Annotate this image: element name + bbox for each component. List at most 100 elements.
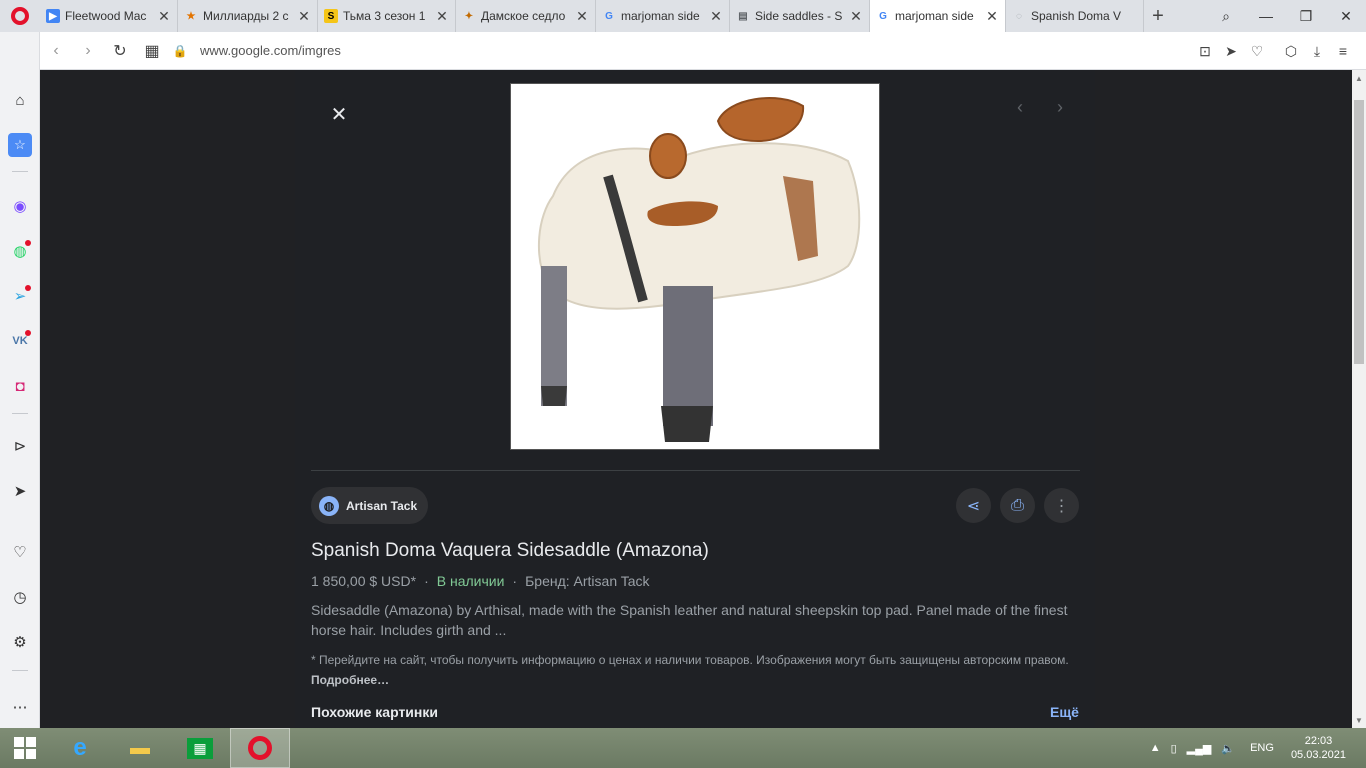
send-icon[interactable]: ➤ [1218,43,1244,60]
saddle-horn [649,133,687,179]
more-options-button[interactable]: ⋮ [1044,488,1079,523]
forward-button[interactable]: › [72,32,104,70]
opera-logo-icon [11,7,29,25]
save-button[interactable]: ⎙ [1000,488,1035,523]
start-button[interactable] [0,728,50,768]
tab-title: Дамское седло [481,9,566,23]
internet-explorer-icon[interactable]: e [50,728,110,768]
minimize-button[interactable]: — [1246,0,1286,32]
speed-dial-sidebar-icon[interactable]: ☆ [8,133,32,157]
similar-images-heading: Похожие картинки [311,704,438,720]
snapshot-icon[interactable]: ⊡ [1192,43,1218,60]
tab-close-icon[interactable]: ✕ [157,8,171,25]
opera-taskbar-button[interactable] [230,728,290,768]
store-icon[interactable]: ▦ [170,728,230,768]
close-window-button[interactable]: ✕ [1326,0,1366,32]
settings-gear-icon[interactable]: ⚙ [8,630,32,654]
price-disclaimer: * Перейдите на сайт, чтобы получить инфо… [311,650,1079,690]
opera-menu-button[interactable] [0,0,40,32]
tab-marjoman-1[interactable]: G marjoman side ✕ [596,0,730,32]
tab-billions[interactable]: ★ Миллиарды 2 с ✕ [178,0,318,32]
more-dots-icon[interactable]: ⋯ [8,695,32,719]
show-hidden-icons-icon[interactable]: ▲ [1150,742,1161,754]
clock[interactable]: 22:03 05.03.2021 [1291,734,1346,762]
whatsapp-icon[interactable]: ◍ [8,239,32,263]
tab-title: Fleetwood Mac [65,9,147,23]
tab-fleetwood[interactable]: ▶ Fleetwood Mac ✕ [40,0,178,32]
more-link[interactable]: Ещё [1050,704,1079,720]
network-signal-icon[interactable]: ▂▄▆ [1187,742,1212,755]
tab-close-icon[interactable]: ✕ [297,8,311,25]
bookmark-icon: ⎙ [1011,496,1024,514]
source-chip[interactable]: ◍ Artisan Tack [311,487,429,524]
telegram-icon[interactable]: ➢ [8,284,32,308]
bookmarks-heart-icon[interactable]: ♡ [8,540,32,564]
google-icon: G [605,10,613,22]
site-favicon-icon: S [324,9,338,23]
reload-button[interactable]: ↻ [104,32,136,70]
language-indicator[interactable]: ENG [1250,742,1274,754]
clock-time: 22:03 [1304,735,1333,747]
image-viewer-panel: ✕ ‹ › ◍ Artisan Tack ⋖ ⎙ ⋮ Spanish Doma … [295,70,1095,728]
sidebar-divider [12,670,28,671]
player-icon[interactable]: ⊳ [8,434,32,458]
learn-more-link[interactable]: Подробнее… [311,673,389,687]
lock-icon[interactable]: 🔒 [168,32,192,70]
tab-dark[interactable]: S Тьма 3 сезон 1 ✕ [318,0,456,32]
tab-close-icon[interactable]: ✕ [849,8,863,25]
tab-side-saddles[interactable]: ▤ Side saddles - S ✕ [730,0,870,32]
messenger-icon[interactable]: ◉ [8,194,32,218]
tab-search-icon[interactable]: ⌕ [1206,0,1246,32]
scroll-up-arrow-icon[interactable]: ▲ [1352,70,1366,86]
extensions-cube-icon[interactable]: ⬡ [1278,43,1304,60]
share-button[interactable]: ⋖ [956,488,991,523]
volume-icon[interactable]: 🔈 [1221,742,1235,755]
tab-close-icon[interactable]: ✕ [575,8,589,25]
tab-close-icon[interactable]: ✕ [709,8,723,25]
tab-title: Spanish Doma V [1031,9,1122,23]
heart-icon[interactable]: ♡ [1244,43,1270,60]
tab-close-icon[interactable]: ✕ [435,8,449,25]
scroll-thumb[interactable] [1354,100,1364,364]
address-tools: ⊡ ➤ ♡ ⬡ ⤓ ≡ [1192,32,1356,70]
speed-dial-icon[interactable]: ▦ [136,32,168,70]
restore-button[interactable]: ❐ [1286,0,1326,32]
prev-arrow-icon[interactable]: ‹ [1008,95,1032,119]
history-clock-icon[interactable]: ◷ [8,585,32,609]
notification-badge [25,330,31,336]
tab-strip: ▶ Fleetwood Mac ✕ ★ Миллиарды 2 с ✕ S Ть… [0,0,1366,32]
close-viewer-button[interactable]: ✕ [326,101,352,127]
product-title[interactable]: Spanish Doma Vaquera Sidesaddle (Amazona… [311,540,709,562]
product-image[interactable] [510,83,880,450]
scroll-down-arrow-icon[interactable]: ▼ [1352,712,1366,728]
disclaimer-text: * Перейдите на сайт, чтобы получить инфо… [311,653,1069,667]
tab-close-icon[interactable]: ✕ [985,8,999,25]
viewer-divider [311,470,1080,471]
file-explorer-icon[interactable]: ▬ [110,728,170,768]
new-tab-button[interactable]: + [1144,5,1172,28]
saddle-cantle [716,97,805,143]
tab-saddle[interactable]: ✦ Дамское седло ✕ [456,0,596,32]
notification-badge [25,285,31,291]
tab-marjoman-active[interactable]: G marjoman side ✕ [870,0,1006,32]
back-button[interactable]: ‹ [40,32,72,70]
url-field[interactable]: www.google.com/imgres [200,43,341,58]
page-scrollbar[interactable]: ▲ ▼ [1352,70,1366,728]
tab-title: Миллиарды 2 с [203,9,289,23]
next-arrow-icon[interactable]: › [1048,95,1072,119]
device-icon[interactable]: ▯ [1171,742,1177,755]
play-icon: ▶ [46,9,60,23]
notification-badge [25,240,31,246]
download-icon[interactable]: ⤓ [1304,43,1330,60]
instagram-icon[interactable]: ◘ [8,374,32,398]
tab-spanish-doma[interactable]: ◌ Spanish Doma V [1006,0,1144,32]
opera-app-icon [248,736,272,760]
sidebar-divider [12,413,28,414]
easy-setup-icon[interactable]: ≡ [1330,43,1356,59]
girth-strap-left [541,266,567,406]
vk-icon[interactable]: VK [8,329,32,353]
flow-send-icon[interactable]: ➤ [8,479,32,503]
tab-title: marjoman side [895,9,974,23]
windows-logo-icon [14,737,36,759]
home-icon[interactable]: ⌂ [8,88,32,112]
